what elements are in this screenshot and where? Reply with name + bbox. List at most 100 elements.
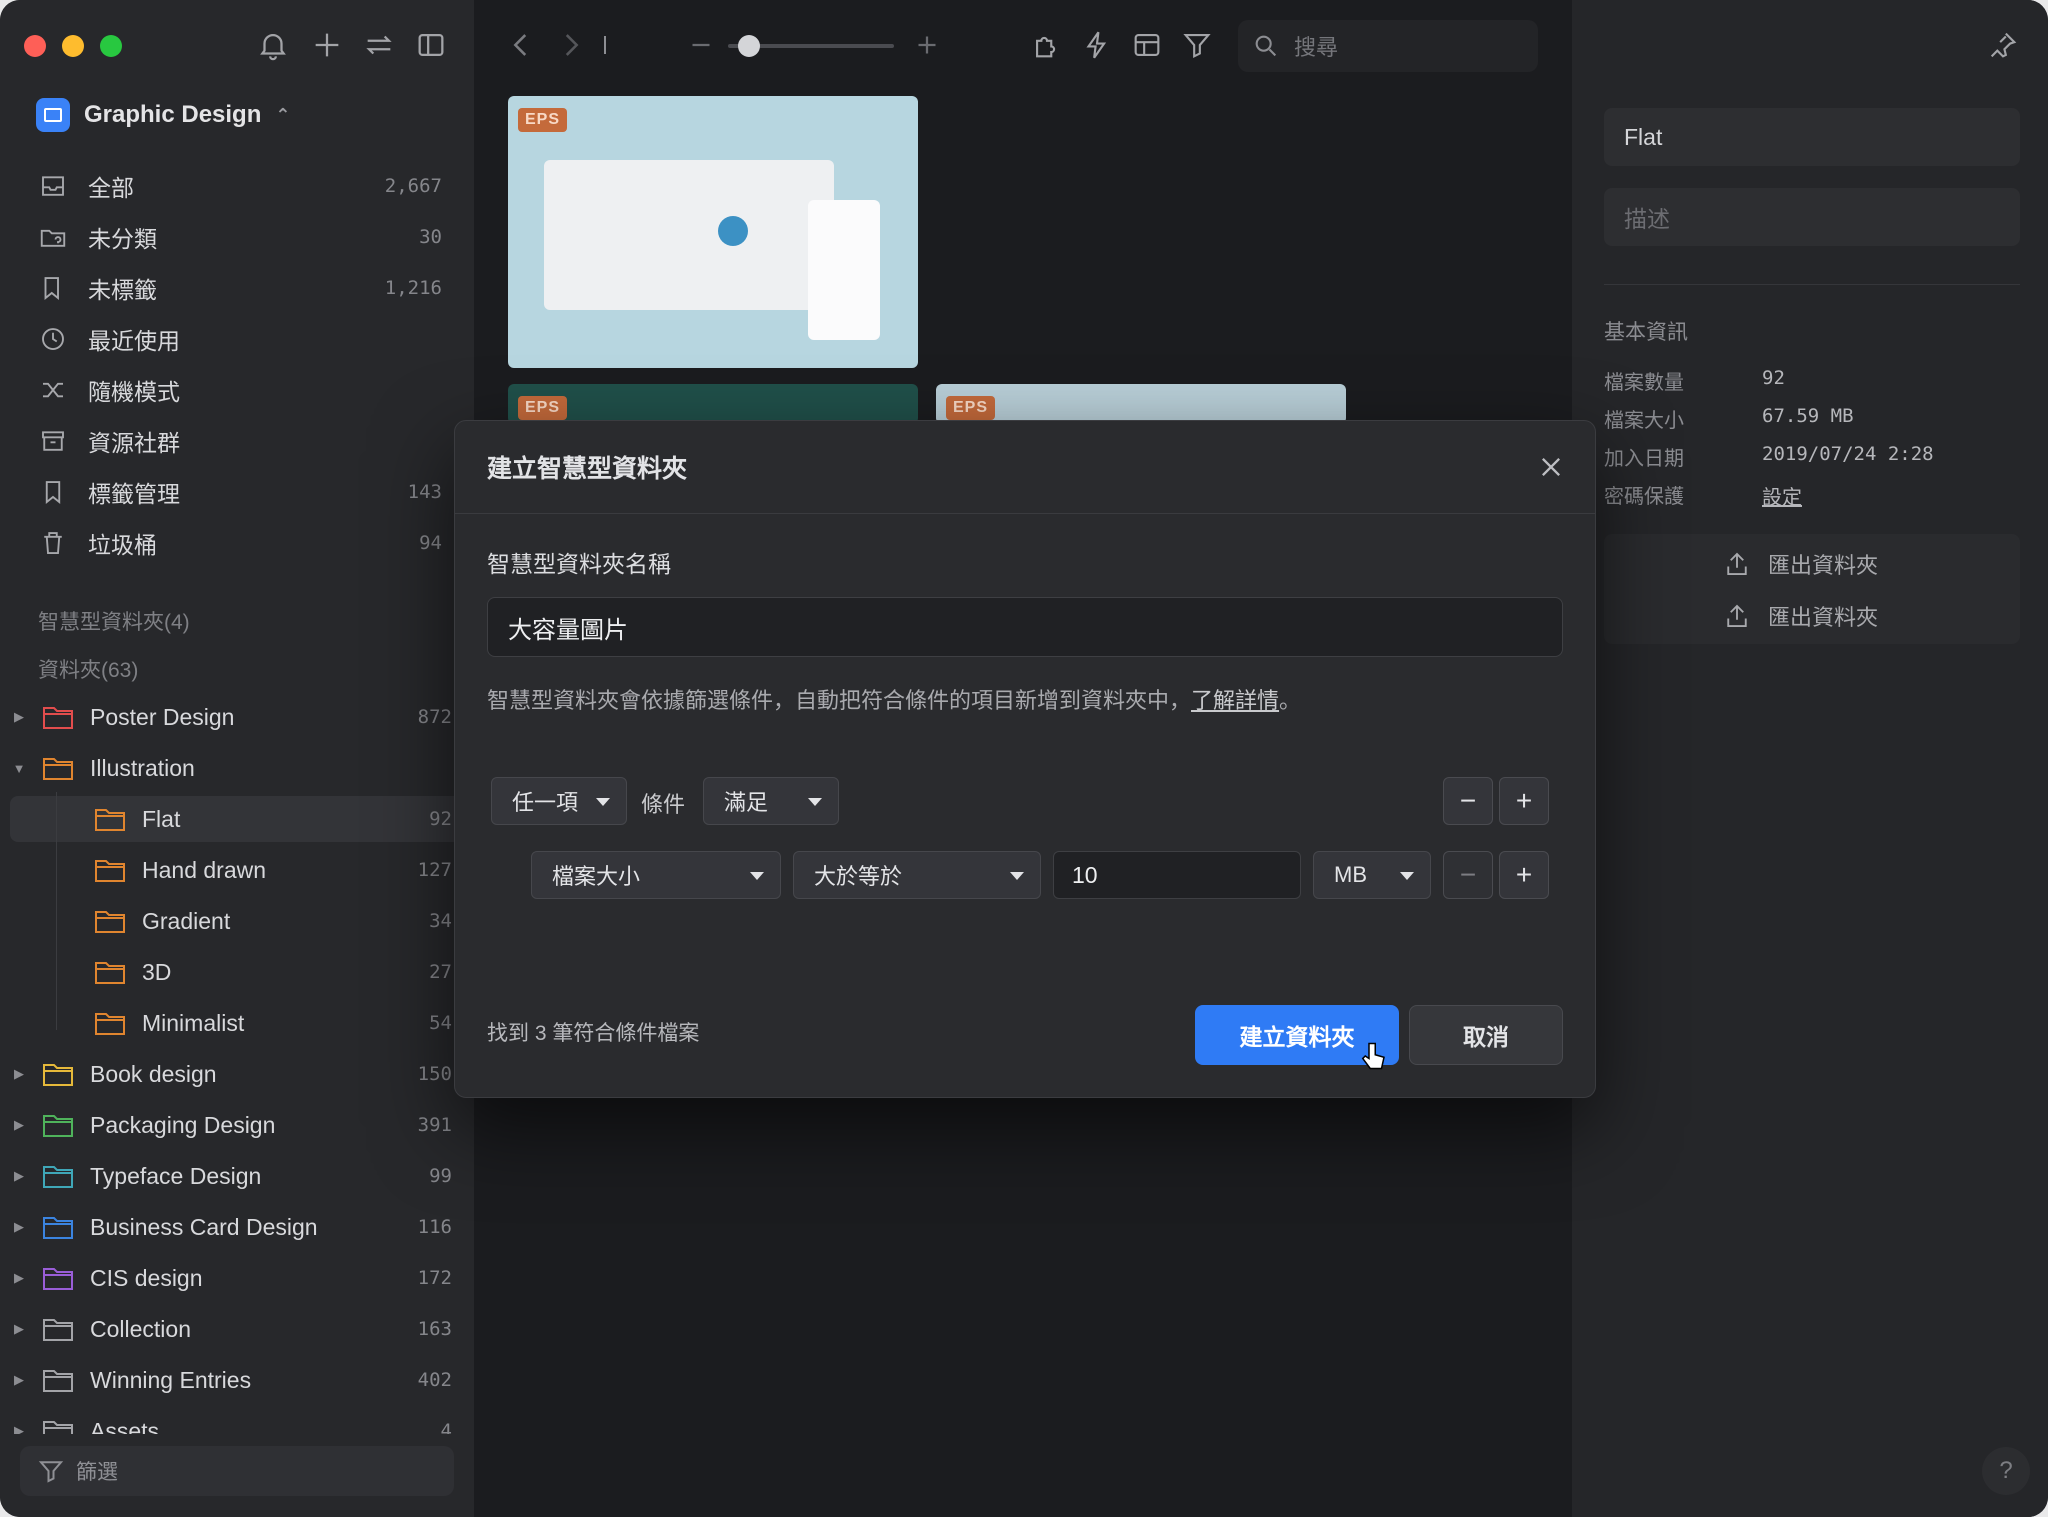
disclosure-arrow-icon[interactable]: ▶: [10, 1270, 28, 1286]
pin-icon[interactable]: [1986, 28, 2020, 62]
remove-rule-button[interactable]: −: [1443, 851, 1493, 899]
add-rule-button[interactable]: +: [1499, 851, 1549, 899]
forward-icon[interactable]: [554, 28, 588, 62]
thumbnail-flat-3[interactable]: EPS: [936, 384, 1346, 424]
folder-label: Assets: [90, 1417, 160, 1435]
folder-icon: [42, 1367, 74, 1393]
search-input[interactable]: 搜尋: [1238, 20, 1538, 72]
folder-label: Book design: [90, 1060, 217, 1087]
thumbnail-flat-2[interactable]: EPS: [508, 384, 918, 424]
caret-down-icon: [1400, 872, 1414, 880]
help-button[interactable]: ?: [1982, 1447, 2030, 1495]
folder-count: 92: [429, 808, 452, 830]
disclosure-arrow-icon[interactable]: ▶: [10, 1372, 28, 1388]
folder-item[interactable]: ▶ Collection 163: [10, 1306, 464, 1352]
folder-icon: [42, 1112, 74, 1138]
folder-icon: [42, 1265, 74, 1291]
folder-icon: [42, 1418, 74, 1434]
folder-item[interactable]: 3D 27: [10, 949, 464, 995]
create-smart-folder-dialog: 建立智慧型資料夾 智慧型資料夾名稱 大容量圖片 智慧型資料夾會依據篩選條件，自動…: [454, 420, 1596, 1098]
zoom-out-icon[interactable]: [684, 28, 718, 62]
folder-item[interactable]: ▶ Book design 150: [10, 1051, 464, 1097]
folder-item[interactable]: ▼ Illustration: [10, 745, 464, 791]
folder-item[interactable]: Flat 92: [10, 796, 464, 842]
folder-item[interactable]: ▶ Typeface Design 99: [10, 1153, 464, 1199]
folder-label: Poster Design: [90, 703, 235, 730]
folder-item[interactable]: ▶ Poster Design 872: [10, 694, 464, 740]
folder-label: Collection: [90, 1315, 191, 1342]
thumbnail-flat-1[interactable]: EPS: [508, 96, 918, 368]
learn-more-link[interactable]: 了解詳情: [1191, 688, 1279, 713]
remove-group-button[interactable]: −: [1443, 777, 1493, 825]
illustration-figure: [718, 216, 748, 246]
folder-item[interactable]: ▶ Packaging Design 391: [10, 1102, 464, 1148]
disclosure-arrow-icon[interactable]: ▶: [10, 1117, 28, 1133]
folder-icon: [94, 857, 126, 883]
folder-count: 150: [417, 1063, 452, 1085]
info-value: 67.59 MB: [1762, 405, 1854, 427]
rule-operator-value: 大於等於: [814, 864, 903, 889]
back-icon[interactable]: [504, 28, 538, 62]
disclosure-arrow-icon[interactable]: ▶: [10, 1423, 28, 1434]
match-mode-select[interactable]: 任一項: [491, 777, 627, 825]
close-icon[interactable]: [1537, 453, 1565, 481]
description-text: 智慧型資料夾會依據篩選條件，自動把符合條件的項目新增到資料夾中，: [487, 688, 1192, 713]
export-folder-button[interactable]: 匯出資料夾: [1722, 548, 1878, 580]
eps-badge: EPS: [518, 108, 568, 132]
folder-label: Business Card Design: [90, 1213, 318, 1240]
rule-value-input[interactable]: 10: [1053, 851, 1301, 899]
export-label: 匯出資料夾: [1768, 553, 1879, 578]
folder-icon: [94, 908, 126, 934]
dialog-title: 建立智慧型資料夾: [455, 421, 1595, 514]
folder-icon: [42, 755, 74, 781]
eps-badge: EPS: [518, 396, 568, 420]
folder-item[interactable]: ▶ CIS design 172: [10, 1255, 464, 1301]
password-setting-link[interactable]: 設定: [1762, 481, 1802, 510]
folder-label: 3D: [142, 958, 172, 985]
folder-item[interactable]: ▶ Business Card Design 116: [10, 1204, 464, 1250]
export-folder-button-2[interactable]: 匯出資料夾: [1722, 600, 1878, 632]
zoom-in-icon[interactable]: [910, 28, 944, 62]
folder-label: Winning Entries: [90, 1366, 252, 1393]
lightning-icon[interactable]: [1080, 28, 1114, 62]
folder-item[interactable]: ▶ Winning Entries 402: [10, 1357, 464, 1403]
disclosure-arrow-icon[interactable]: ▶: [10, 1168, 28, 1184]
folder-name-field[interactable]: Flat: [1604, 108, 2020, 166]
disclosure-arrow-icon[interactable]: ▶: [10, 1066, 28, 1082]
folder-item[interactable]: Gradient 34: [10, 898, 464, 944]
smart-folder-name-input[interactable]: 大容量圖片: [487, 597, 1563, 657]
illustration-artwork: [544, 160, 834, 310]
disclosure-arrow-icon[interactable]: ▶: [10, 1219, 28, 1235]
rule-unit-select[interactable]: MB: [1313, 851, 1431, 899]
folder-icon: [94, 1010, 126, 1036]
rule-field-value: 檔案大小: [552, 864, 641, 889]
zoom-slider-handle[interactable]: [738, 35, 760, 57]
eps-badge: EPS: [946, 396, 996, 420]
add-group-button[interactable]: +: [1499, 777, 1549, 825]
app-window: Graphic Design ⌃ 全部 2,667 未分類 30 未標籤 1,216 最近使…: [0, 0, 2048, 1517]
disclosure-arrow-icon[interactable]: ▼: [10, 761, 28, 776]
satisfy-select[interactable]: 滿足: [703, 777, 839, 825]
cancel-button[interactable]: 取消: [1409, 1005, 1563, 1065]
folder-icon: [42, 704, 74, 730]
extension-icon[interactable]: [1030, 28, 1064, 62]
folder-count: 391: [417, 1114, 452, 1136]
folder-icon: [94, 959, 126, 985]
description-field[interactable]: 描述: [1604, 188, 2020, 246]
folder-icon: [42, 1061, 74, 1087]
folder-count: 872: [417, 706, 452, 728]
folder-item[interactable]: ▶ Assets 4: [10, 1408, 464, 1434]
folder-count: 116: [417, 1216, 452, 1238]
layout-icon[interactable]: [1130, 28, 1164, 62]
folder-count: 402: [417, 1369, 452, 1391]
search-icon: [1252, 32, 1280, 60]
filter-icon[interactable]: [1180, 28, 1214, 62]
rule-field-select[interactable]: 檔案大小: [531, 851, 781, 899]
folder-item[interactable]: Hand drawn 127: [10, 847, 464, 893]
disclosure-arrow-icon[interactable]: ▶: [10, 1321, 28, 1337]
rule-operator-select[interactable]: 大於等於: [793, 851, 1041, 899]
disclosure-arrow-icon[interactable]: ▶: [10, 709, 28, 725]
folder-item[interactable]: Minimalist 54: [10, 1000, 464, 1046]
inspector-panel: Flat 描述 基本資訊 檔案數量 92 檔案大小 67.59 MB 加入日期 2019/…: [1572, 0, 2048, 1517]
filter-input[interactable]: 篩選: [20, 1446, 454, 1496]
